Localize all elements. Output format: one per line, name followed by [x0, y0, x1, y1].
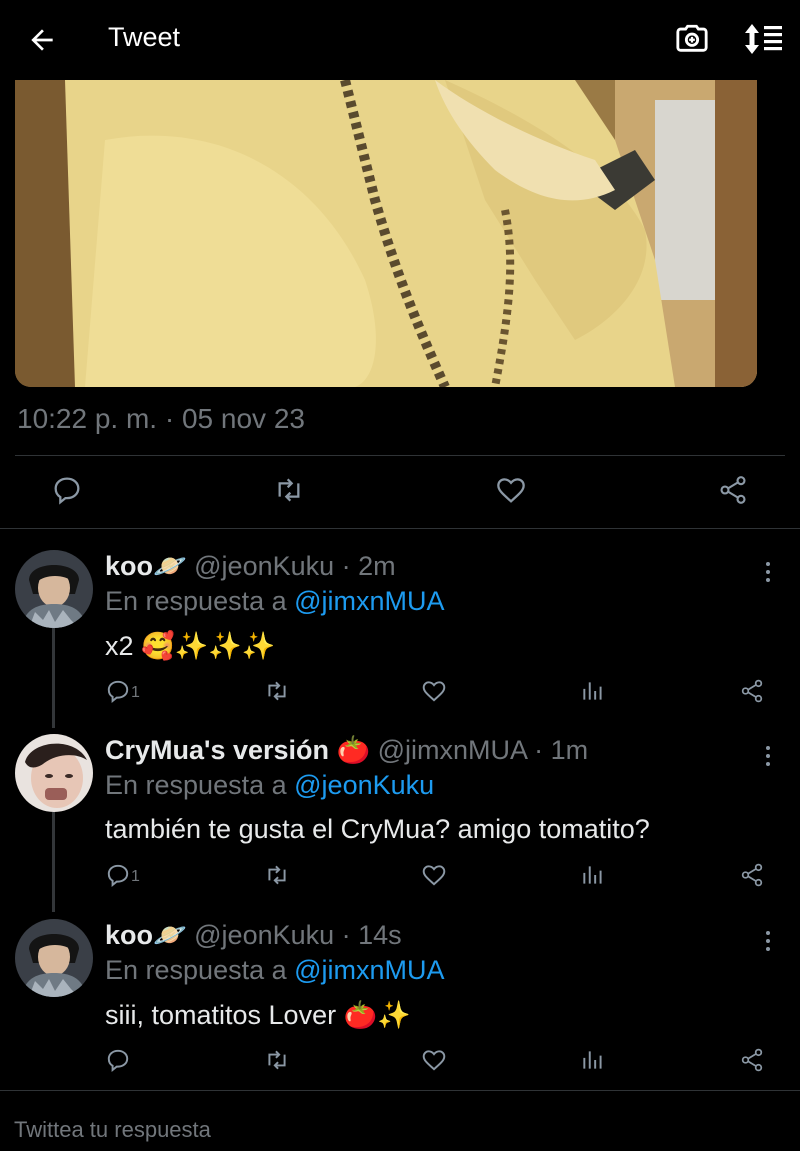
comment-icon[interactable] [51, 474, 83, 506]
reply-author-handle[interactable]: @jimxnMUA [378, 735, 527, 765]
reply-text: también te gusta el CryMua? amigo tomati… [105, 814, 650, 844]
in-reply-prefix: En respuesta a [105, 955, 287, 985]
comment-icon [107, 1049, 129, 1073]
analytics-icon[interactable] [580, 678, 606, 706]
reply-author-name[interactable]: koo🪐 [105, 920, 187, 950]
retweet-icon[interactable] [264, 862, 290, 890]
reply-author-handle[interactable]: @jeonKuku [194, 920, 334, 950]
in-reply-to: En respuesta a @jimxnMUA [105, 955, 445, 986]
reply-author-handle[interactable]: @jeonKuku [194, 551, 334, 581]
share-icon[interactable] [739, 678, 765, 706]
tweet-actions [0, 470, 800, 514]
reply-author-name[interactable]: koo🪐 [105, 551, 187, 581]
reply-comment-button[interactable] [105, 1047, 131, 1075]
tweet-image[interactable] [15, 80, 757, 387]
like-icon[interactable] [421, 678, 447, 706]
mention-link[interactable]: @jeonKuku [294, 770, 434, 800]
mention-link[interactable]: @jimxnMUA [294, 955, 444, 985]
more-options-icon[interactable] [760, 929, 776, 953]
comment-icon [107, 864, 129, 888]
in-reply-prefix: En respuesta a [105, 586, 287, 616]
share-icon[interactable] [717, 474, 749, 506]
avatar[interactable] [15, 550, 93, 628]
sort-icon[interactable] [744, 22, 784, 56]
in-reply-prefix: En respuesta a [105, 770, 287, 800]
page-title: Tweet [108, 22, 181, 52]
reply-comment-button[interactable]: 1 [105, 862, 140, 890]
reply-text: siii, tomatitos Lover 🍅✨ [105, 1000, 411, 1030]
compose-reply-bar[interactable]: Twittea tu respuesta [0, 1090, 800, 1151]
avatar[interactable] [15, 919, 93, 997]
reply-item[interactable]: CryMua's versión 🍅 @jimxnMUA · 1m En res… [0, 734, 800, 904]
reply-author-name[interactable]: CryMua's versión 🍅 [105, 735, 370, 765]
retweet-icon[interactable] [273, 474, 305, 506]
analytics-icon[interactable] [580, 1047, 606, 1075]
share-icon[interactable] [739, 862, 765, 890]
reply-count: 1 [131, 684, 140, 701]
camera-icon[interactable] [675, 22, 709, 56]
mention-link[interactable]: @jimxnMUA [294, 586, 444, 616]
reply-item[interactable]: koo🪐 @jeonKuku · 2m En respuesta a @jimx… [0, 550, 800, 720]
arrow-left-icon[interactable] [26, 24, 58, 56]
more-options-icon[interactable] [760, 560, 776, 584]
like-icon[interactable] [421, 862, 447, 890]
reply-time: · 1m [534, 735, 589, 765]
reply-comment-button[interactable]: 1 [105, 678, 140, 706]
analytics-icon[interactable] [580, 862, 606, 890]
reply-count: 1 [131, 868, 140, 885]
divider [15, 455, 785, 456]
divider [0, 528, 800, 529]
in-reply-to: En respuesta a @jeonKuku [105, 770, 434, 801]
more-options-icon[interactable] [760, 744, 776, 768]
tweet-timestamp: 10:22 p. m. · 05 nov 23 [17, 403, 305, 434]
top-bar: Tweet [0, 0, 800, 80]
in-reply-to: En respuesta a @jimxnMUA [105, 586, 445, 617]
like-icon[interactable] [421, 1047, 447, 1075]
reply-time: · 14s [341, 920, 402, 950]
share-icon[interactable] [739, 1047, 765, 1075]
avatar[interactable] [15, 734, 93, 812]
reply-item[interactable]: koo🪐 @jeonKuku · 14s En respuesta a @jim… [0, 919, 800, 1089]
retweet-icon[interactable] [264, 1047, 290, 1075]
reply-text: x2 🥰✨✨✨ [105, 631, 276, 661]
reply-input-placeholder[interactable]: Twittea tu respuesta [14, 1117, 211, 1143]
comment-icon [107, 680, 129, 704]
retweet-icon[interactable] [264, 678, 290, 706]
like-icon[interactable] [495, 474, 527, 506]
reply-time: · 2m [341, 551, 396, 581]
